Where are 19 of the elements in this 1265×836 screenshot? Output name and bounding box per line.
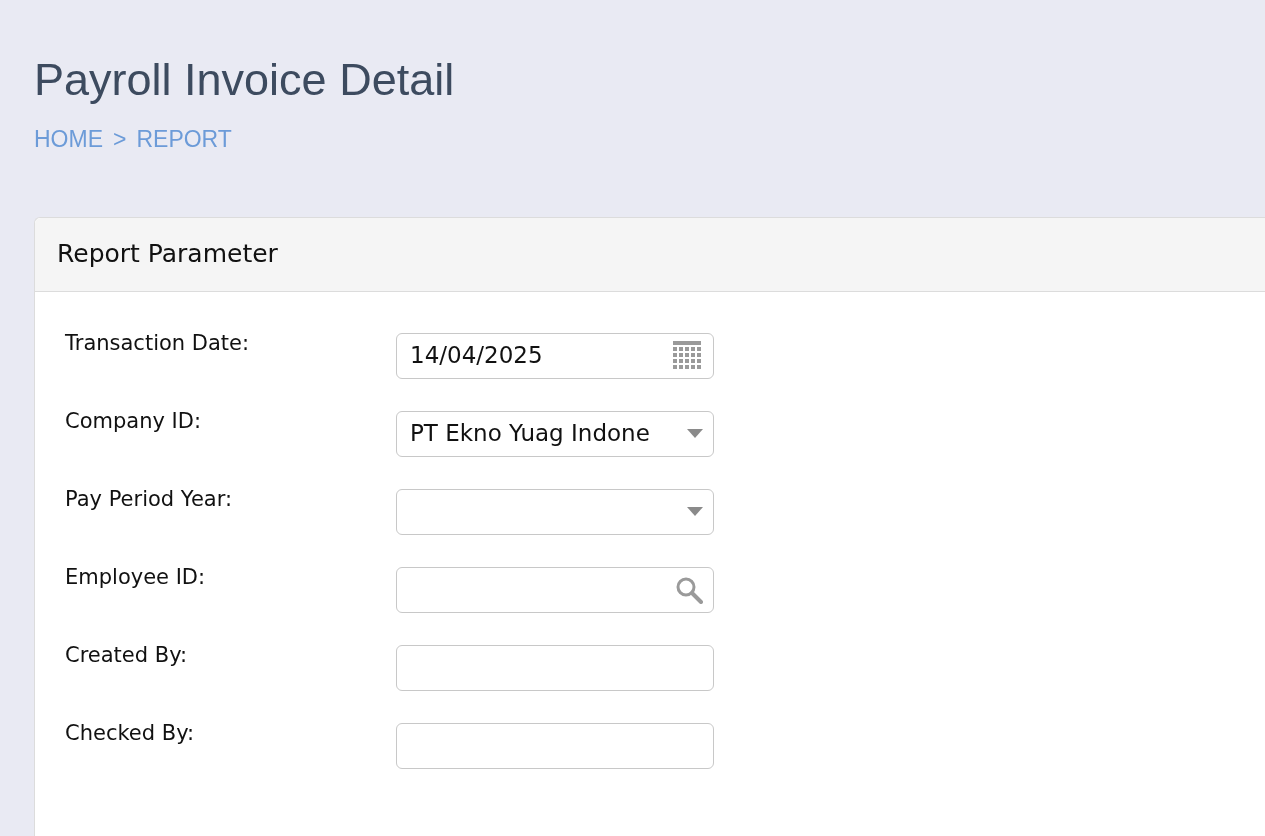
field-label: Company ID: — [65, 407, 203, 435]
dropdown-field[interactable]: PT Ekno Yuag Indone — [396, 410, 714, 457]
input-field[interactable] — [396, 644, 714, 691]
caret-icon — [687, 429, 703, 438]
calendar-icon[interactable] — [673, 340, 703, 371]
field-label: Transaction Date: — [65, 329, 251, 357]
input-field[interactable] — [396, 722, 714, 769]
page-title: Payroll Invoice Detail — [34, 53, 455, 107]
field-label: Created By: — [65, 641, 189, 669]
field-label: Employee ID: — [65, 563, 207, 591]
field-label: Checked By: — [65, 719, 196, 747]
field-label: Pay Period Year: — [65, 485, 233, 513]
date-field[interactable]: 14/04/2025 — [396, 332, 714, 379]
dropdown-field[interactable] — [396, 488, 714, 535]
caret-icon — [687, 507, 703, 516]
search-icon[interactable] — [675, 575, 703, 604]
panel-title: Report Parameter — [57, 238, 278, 271]
input-field[interactable] — [396, 566, 714, 613]
breadcrumb-separator: > — [113, 125, 127, 154]
